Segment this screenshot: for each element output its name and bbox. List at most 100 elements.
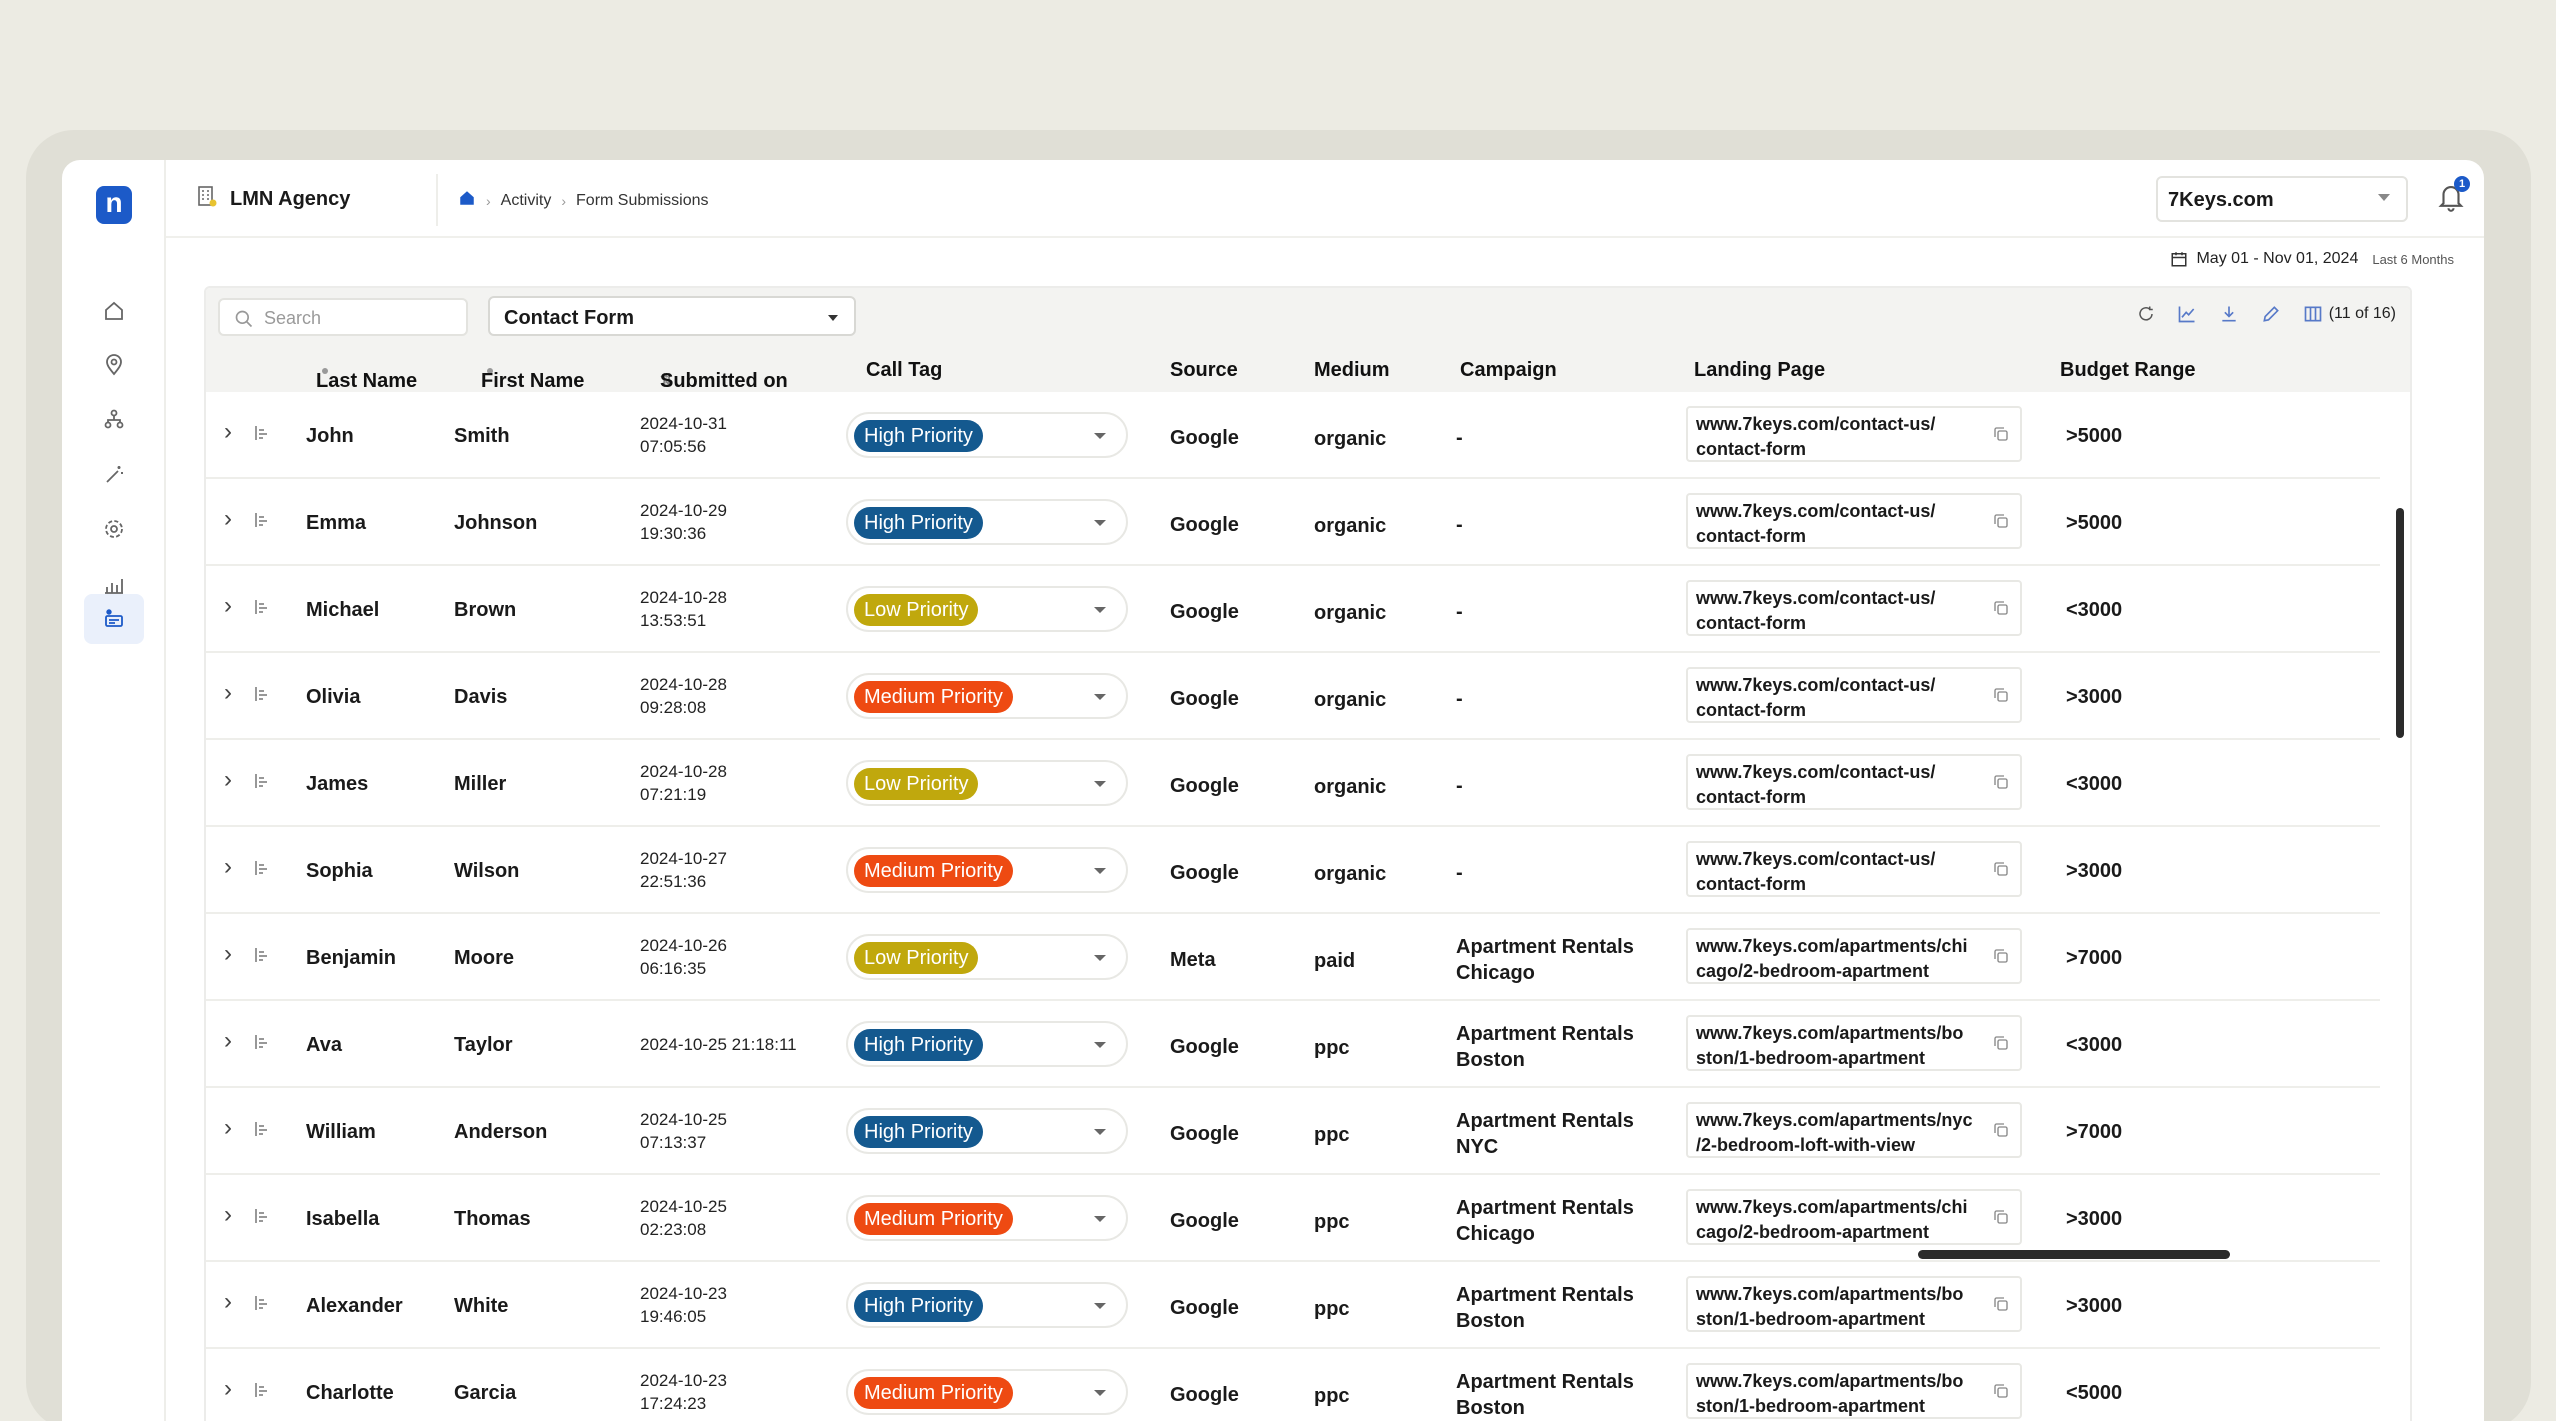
- expand-row-chevron-icon[interactable]: ›: [224, 940, 232, 968]
- row-detail-icon[interactable]: [254, 1033, 270, 1057]
- magic-wand-icon[interactable]: [91, 452, 137, 498]
- horizontal-scrollbar[interactable]: [1918, 1250, 2230, 1259]
- line-chart-icon[interactable]: [2177, 304, 2197, 324]
- table-row[interactable]: › Benjamin Moore 2024-10-26 06:16:35 Low …: [206, 914, 2380, 1001]
- expand-row-chevron-icon[interactable]: ›: [224, 1288, 232, 1316]
- vertical-scrollbar[interactable]: [2396, 508, 2404, 738]
- row-detail-icon[interactable]: [254, 1294, 270, 1318]
- expand-row-chevron-icon[interactable]: ›: [224, 1201, 232, 1229]
- row-detail-icon[interactable]: [254, 859, 270, 883]
- source-cell: Google: [1170, 1210, 1239, 1232]
- call-tag-select[interactable]: Low Priority: [846, 760, 1128, 806]
- chevron-down-icon: [828, 315, 838, 321]
- table-row[interactable]: › James Miller 2024-10-28 07:21:19 Low Pr…: [206, 740, 2380, 827]
- row-detail-icon[interactable]: [254, 598, 270, 622]
- col-source[interactable]: Source: [1170, 359, 1238, 382]
- expand-row-chevron-icon[interactable]: ›: [224, 1027, 232, 1055]
- call-tag-select[interactable]: Medium Priority: [846, 673, 1128, 719]
- call-tag-select[interactable]: Medium Priority: [846, 847, 1128, 893]
- expand-row-chevron-icon[interactable]: ›: [224, 1114, 232, 1142]
- col-landing-page[interactable]: Landing Page: [1694, 359, 1825, 382]
- hierarchy-icon[interactable]: [91, 396, 137, 442]
- row-detail-icon[interactable]: [254, 772, 270, 796]
- site-selector[interactable]: 7Keys.com: [2156, 176, 2408, 222]
- call-tag-select[interactable]: High Priority: [846, 412, 1128, 458]
- table-row[interactable]: › Michael Brown 2024-10-28 13:53:51 Low P…: [206, 566, 2380, 653]
- call-tag-select[interactable]: Low Priority: [846, 586, 1128, 632]
- breadcrumb-form-submissions[interactable]: Form Submissions: [576, 192, 708, 210]
- landing-page-cell[interactable]: www.7keys.com/contact-us/contact-form: [1686, 580, 2022, 636]
- table-row[interactable]: › Isabella Thomas 2024-10-25 02:23:08 Med…: [206, 1175, 2380, 1262]
- table-row[interactable]: › Sophia Wilson 2024-10-27 22:51:36 Mediu…: [206, 827, 2380, 914]
- table-row[interactable]: › Ava Taylor 2024-10-25 21:18:11 High Pr…: [206, 1001, 2380, 1088]
- copy-icon: [1994, 688, 2008, 702]
- date-range-picker[interactable]: May 01 - Nov 01, 2024 Last 6 Months: [2170, 250, 2454, 268]
- submitted-on-cell: 2024-10-28 07:21:19: [640, 762, 727, 804]
- call-tag-select[interactable]: High Priority: [846, 1021, 1128, 1067]
- landing-page-cell[interactable]: www.7keys.com/contact-us/contact-form: [1686, 841, 2022, 897]
- copy-icon: [1994, 427, 2008, 441]
- landing-page-cell[interactable]: www.7keys.com/contact-us/contact-form: [1686, 754, 2022, 810]
- table-row[interactable]: › Emma Johnson 2024-10-29 19:30:36 High P…: [206, 479, 2380, 566]
- call-tag-select[interactable]: High Priority: [846, 1108, 1128, 1154]
- chevron-down-icon: [1094, 694, 1106, 700]
- location-pin-icon[interactable]: [91, 342, 137, 388]
- table-row[interactable]: › William Anderson 2024-10-25 07:13:37 Hi…: [206, 1088, 2380, 1175]
- expand-row-chevron-icon[interactable]: ›: [224, 766, 232, 794]
- call-tag-select[interactable]: High Priority: [846, 1282, 1128, 1328]
- edit-icon[interactable]: [2261, 304, 2281, 324]
- landing-page-cell[interactable]: www.7keys.com/apartments/bo ston/1-bedroo…: [1686, 1363, 2022, 1419]
- expand-row-chevron-icon[interactable]: ›: [224, 418, 232, 446]
- form-submissions-icon[interactable]: [84, 594, 144, 644]
- expand-row-chevron-icon[interactable]: ›: [224, 679, 232, 707]
- source-cell: Meta: [1170, 949, 1216, 971]
- home-icon[interactable]: [91, 288, 137, 334]
- notifications-button[interactable]: 1: [2436, 176, 2470, 219]
- landing-page-cell[interactable]: www.7keys.com/apartments/bo ston/1-bedroo…: [1686, 1015, 2022, 1071]
- first-name-cell: Wilson: [454, 860, 520, 882]
- row-detail-icon[interactable]: [254, 1120, 270, 1144]
- expand-row-chevron-icon[interactable]: ›: [224, 505, 232, 533]
- form-selector[interactable]: Contact Form: [488, 296, 856, 336]
- columns-toggle[interactable]: (11 of 16): [2303, 304, 2396, 324]
- row-detail-icon[interactable]: [254, 1381, 270, 1405]
- col-call-tag[interactable]: Call Tag: [866, 359, 942, 382]
- home-crumb-icon[interactable]: [458, 189, 476, 212]
- landing-page-cell[interactable]: www.7keys.com/apartments/bo ston/1-bedroo…: [1686, 1276, 2022, 1332]
- table-row[interactable]: › Alexander White 2024-10-23 19:46:05 Hig…: [206, 1262, 2380, 1349]
- landing-page-cell[interactable]: www.7keys.com/apartments/nyc/2-bedroom-l…: [1686, 1102, 2022, 1158]
- row-detail-icon[interactable]: [254, 946, 270, 970]
- expand-row-chevron-icon[interactable]: ›: [224, 1375, 232, 1403]
- landing-page-cell[interactable]: www.7keys.com/contact-us/contact-form: [1686, 493, 2022, 549]
- agency-name: LMN Agency: [230, 187, 351, 210]
- row-detail-icon[interactable]: [254, 424, 270, 448]
- call-tag-select[interactable]: Medium Priority: [846, 1195, 1128, 1241]
- call-tag-select[interactable]: Low Priority: [846, 934, 1128, 980]
- call-tag-select[interactable]: Medium Priority: [846, 1369, 1128, 1415]
- search-input[interactable]: Search: [218, 298, 468, 336]
- app-logo[interactable]: n: [96, 186, 132, 224]
- col-last-name[interactable]: Last Name: [316, 359, 417, 392]
- row-detail-icon[interactable]: [254, 511, 270, 535]
- call-tag-select[interactable]: High Priority: [846, 499, 1128, 545]
- col-budget-range[interactable]: Budget Range: [2060, 359, 2196, 382]
- breadcrumb-activity[interactable]: Activity: [501, 192, 552, 210]
- landing-page-cell[interactable]: www.7keys.com/apartments/chi cago/2-bedro…: [1686, 928, 2022, 984]
- row-detail-icon[interactable]: [254, 685, 270, 709]
- table-row[interactable]: › Charlotte Garcia 2024-10-23 17:24:23 Me…: [206, 1349, 2380, 1421]
- table-row[interactable]: › John Smith 2024-10-31 07:05:56 High Pri…: [206, 392, 2380, 479]
- landing-page-cell[interactable]: www.7keys.com/apartments/chi cago/2-bedro…: [1686, 1189, 2022, 1245]
- col-campaign[interactable]: Campaign: [1460, 359, 1557, 382]
- col-medium[interactable]: Medium: [1314, 359, 1390, 382]
- download-icon[interactable]: [2219, 304, 2239, 324]
- row-detail-icon[interactable]: [254, 1207, 270, 1231]
- landing-page-cell[interactable]: www.7keys.com/contact-us/contact-form: [1686, 667, 2022, 723]
- agency-switcher[interactable]: LMN Agency: [196, 184, 350, 214]
- expand-row-chevron-icon[interactable]: ›: [224, 853, 232, 881]
- expand-row-chevron-icon[interactable]: ›: [224, 592, 232, 620]
- refresh-icon[interactable]: [2137, 305, 2155, 323]
- table-row[interactable]: › Olivia Davis 2024-10-28 09:28:08 Medium…: [206, 653, 2380, 740]
- col-first-name[interactable]: First Name: [481, 359, 584, 392]
- settings-icon[interactable]: [91, 506, 137, 552]
- landing-page-cell[interactable]: www.7keys.com/contact-us/contact-form: [1686, 406, 2022, 462]
